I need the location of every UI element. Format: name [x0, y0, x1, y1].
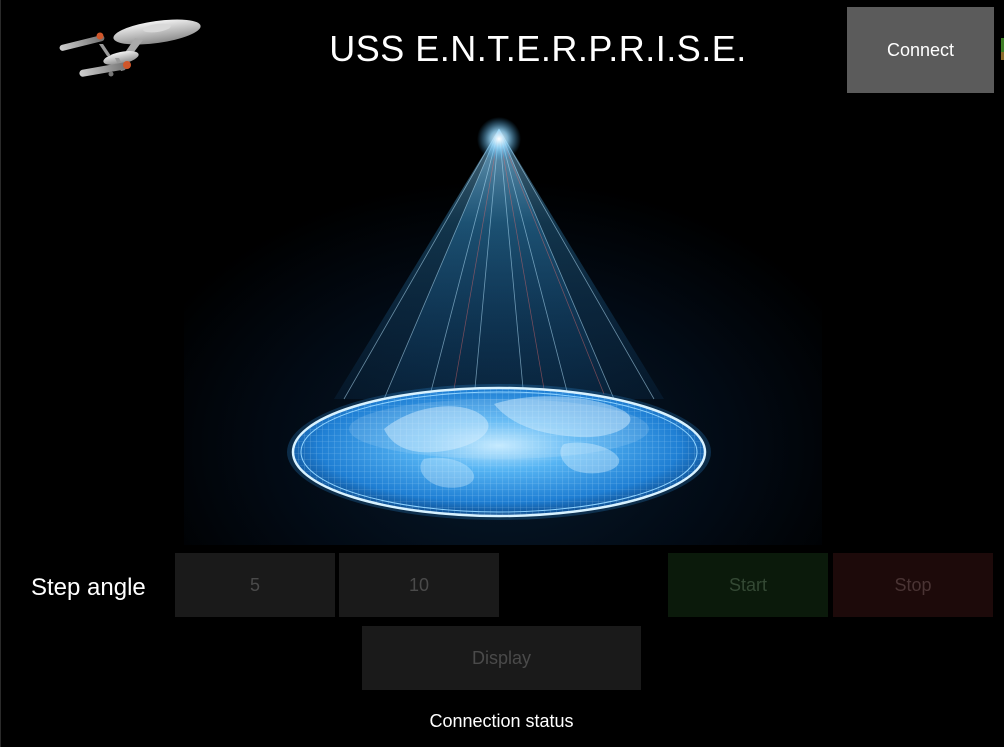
- app-window: USS E.N.T.E.R.P.R.I.S.E. Connect Step an…: [0, 0, 1004, 747]
- step-angle-5-button[interactable]: 5: [175, 553, 335, 617]
- page-title: USS E.N.T.E.R.P.R.I.S.E.: [329, 28, 747, 69]
- connection-status: Connection status: [429, 711, 574, 731]
- step-angle-label: Step angle: [31, 574, 146, 601]
- hologram-projection-icon: [184, 99, 822, 545]
- start-button[interactable]: Start: [668, 553, 828, 617]
- starship-enterprise-icon: [59, 19, 201, 77]
- stop-button[interactable]: Stop: [833, 553, 993, 617]
- display-button[interactable]: Display: [362, 626, 641, 690]
- step-angle-10-button[interactable]: 10: [339, 553, 499, 617]
- connect-button[interactable]: Connect: [847, 7, 994, 93]
